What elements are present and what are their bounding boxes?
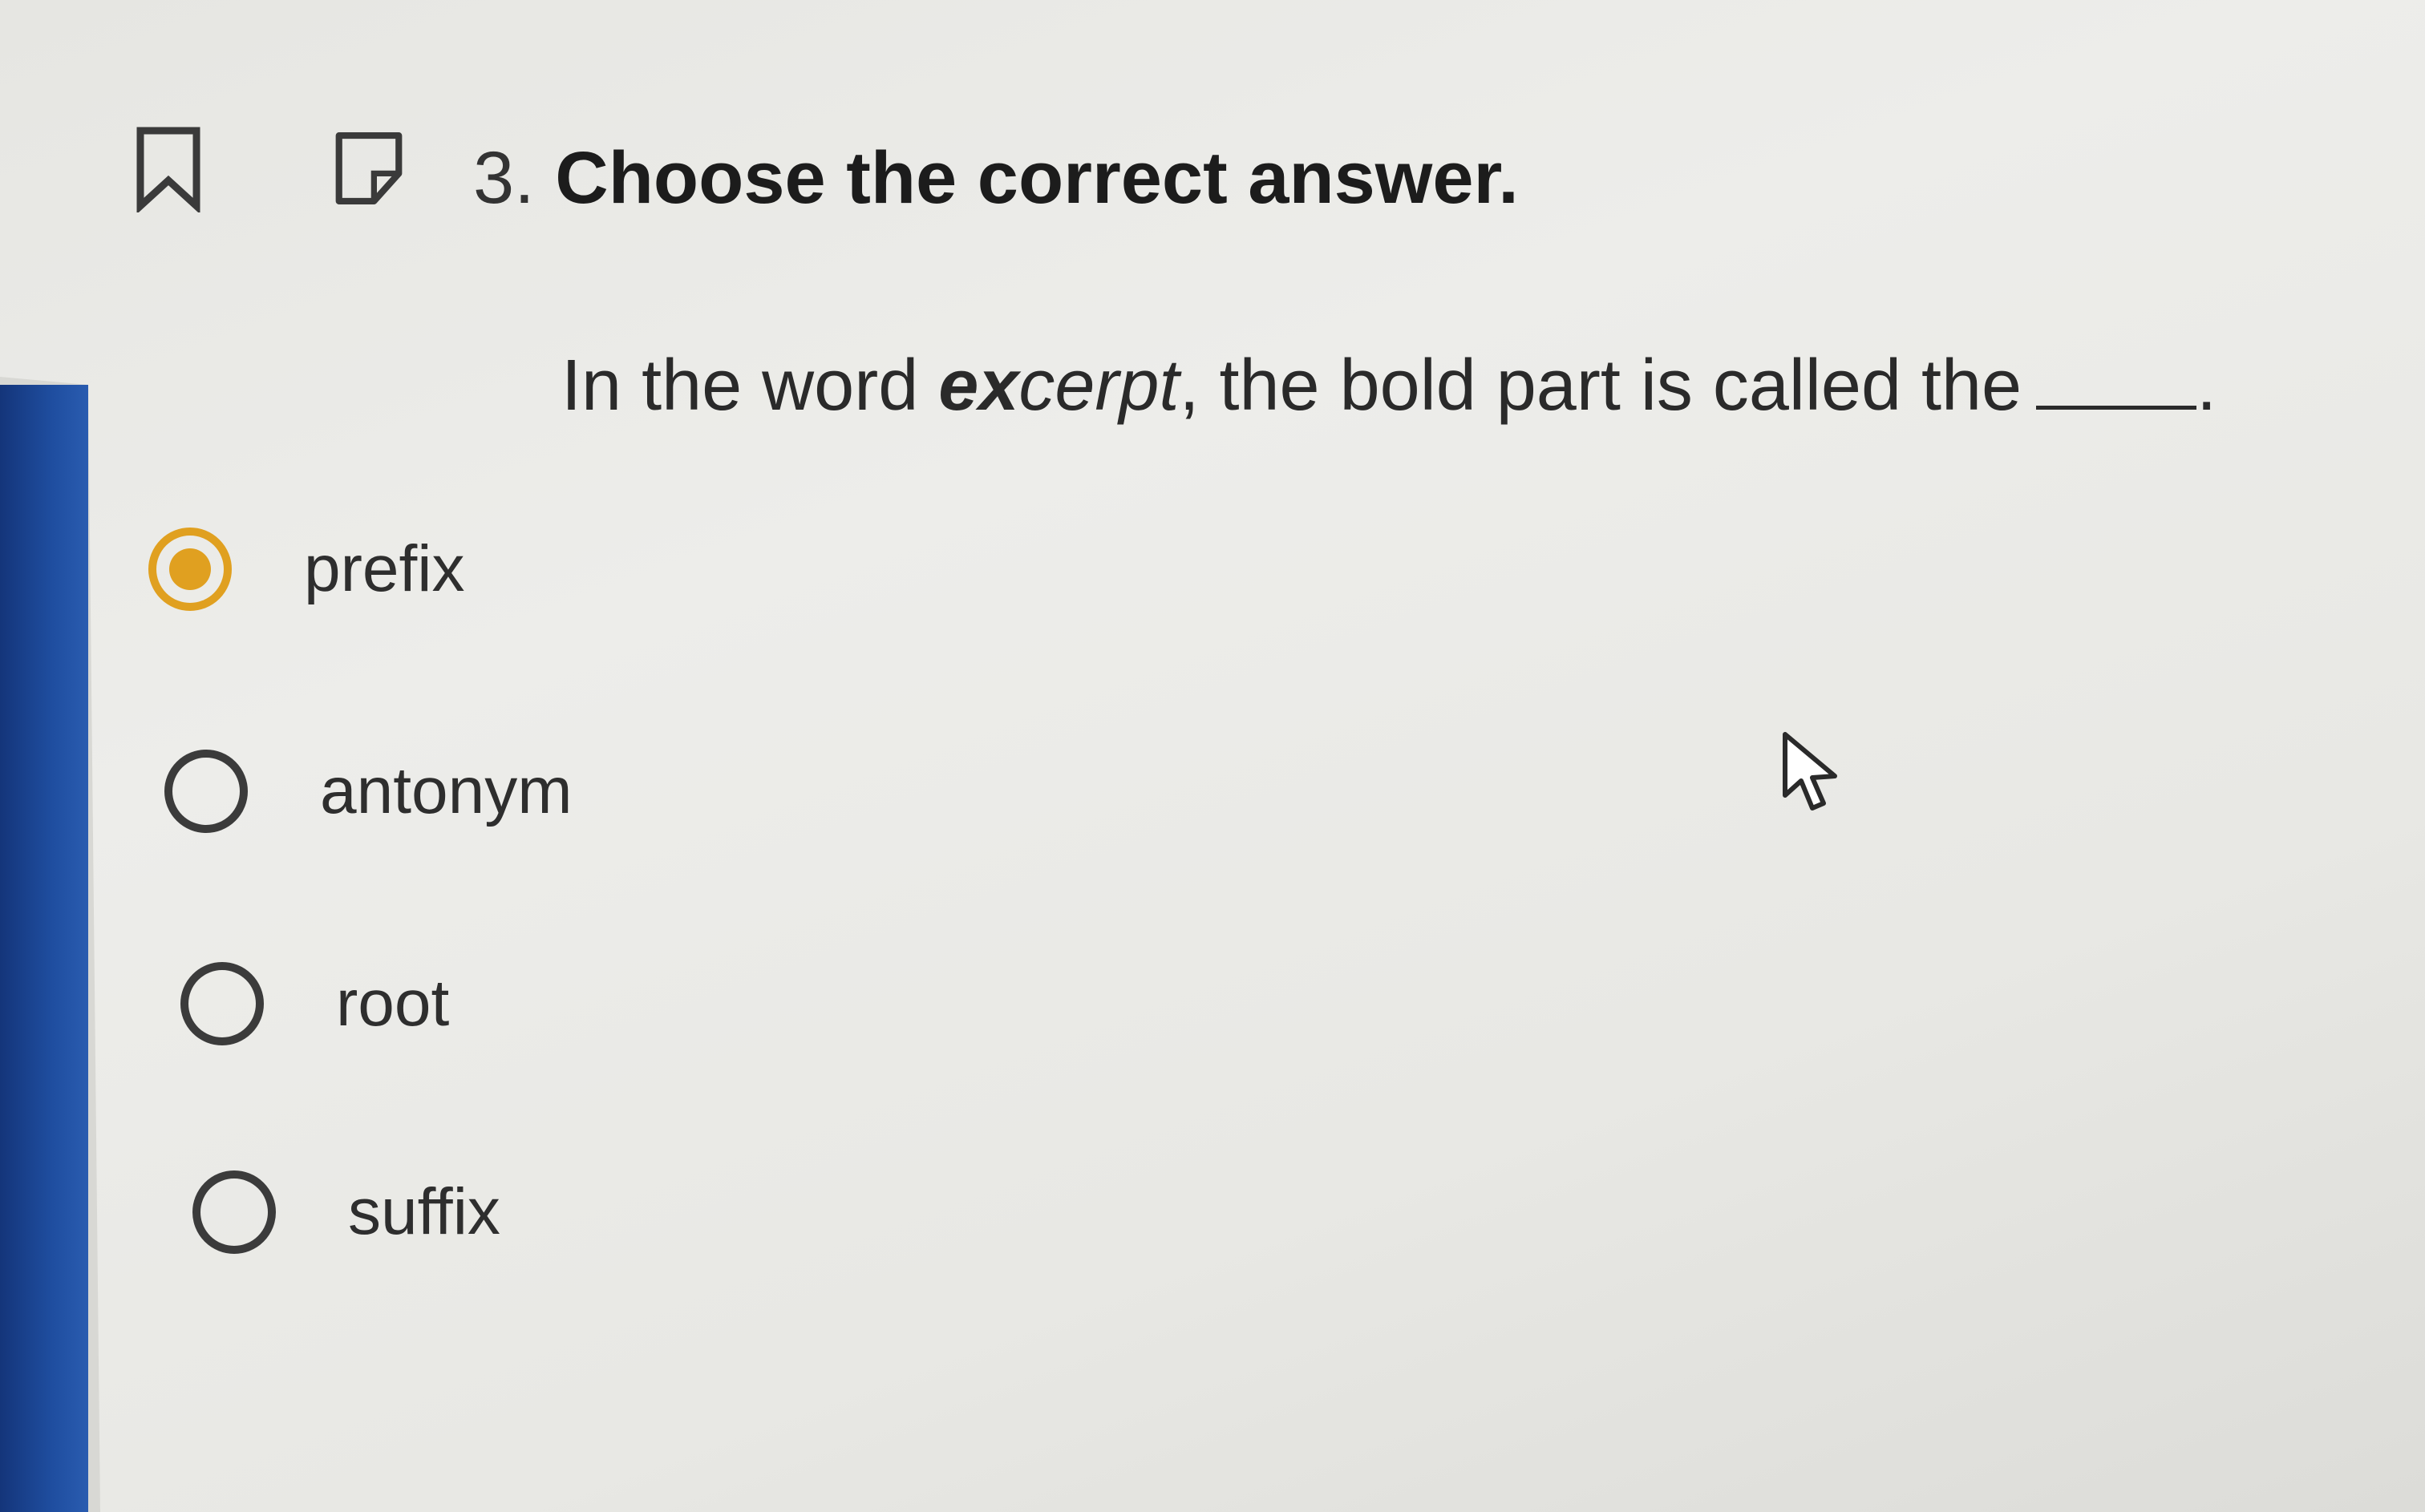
option-root[interactable]: root	[180, 962, 449, 1045]
prompt-word-bold-part: ex	[938, 346, 1019, 426]
left-side-panel	[0, 385, 88, 1512]
option-prefix[interactable]: prefix	[148, 528, 465, 611]
note-icon[interactable]	[329, 120, 409, 216]
option-label: prefix	[304, 532, 465, 605]
prompt-text-after: , the bold part is called the	[1179, 346, 2022, 426]
bookmark-icon[interactable]	[128, 120, 208, 216]
question-title: Choose the correct answer.	[555, 137, 1519, 219]
option-label: root	[336, 967, 450, 1040]
radio-button[interactable]	[180, 962, 264, 1045]
radio-button[interactable]	[192, 1170, 276, 1254]
prompt-text-end: .	[2196, 346, 2217, 426]
prompt-text-before: In the word	[561, 346, 939, 426]
option-antonym[interactable]: antonym	[164, 750, 573, 833]
question-number: 3.	[473, 137, 535, 219]
option-suffix[interactable]: suffix	[192, 1170, 500, 1254]
question-header: 3. Choose the correct answer.	[473, 136, 1519, 220]
question-prompt: In the word excerpt, the bold part is ca…	[561, 345, 2217, 427]
mouse-pointer-icon	[1779, 730, 1851, 826]
prompt-word-rest: cerpt	[1018, 346, 1180, 426]
radio-selected-dot	[169, 548, 211, 590]
option-label: antonym	[320, 754, 573, 827]
prompt-word: excerpt	[938, 346, 1179, 426]
radio-button-selected[interactable]	[148, 528, 232, 611]
radio-button[interactable]	[164, 750, 248, 833]
option-label: suffix	[348, 1175, 500, 1248]
answer-blank	[2036, 358, 2197, 410]
